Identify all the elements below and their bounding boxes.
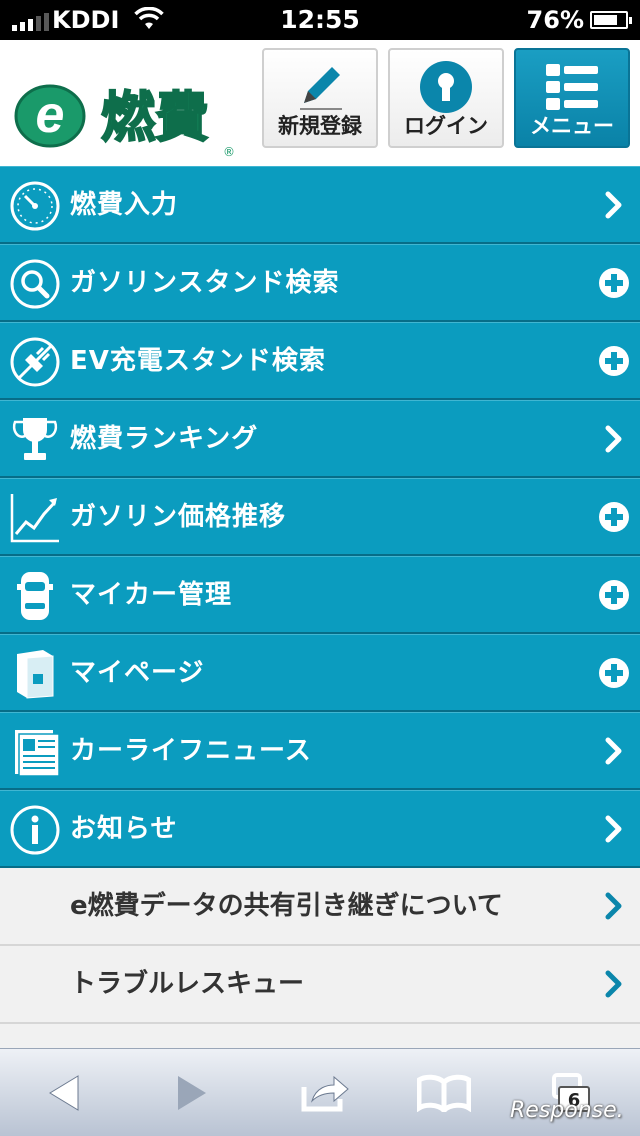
- login-button-label: ログイン: [404, 114, 488, 138]
- menu-item-label: ガソリンスタンド検索: [70, 268, 340, 298]
- book-icon: [17, 650, 54, 699]
- menu-item-fuel-ranking[interactable]: 燃費ランキング: [0, 400, 640, 478]
- menu-item-notices[interactable]: お知らせ: [0, 790, 640, 868]
- bookmarks-icon: [417, 1074, 471, 1112]
- line-chart-icon: [10, 494, 59, 543]
- menu-item-fuel-entry[interactable]: 燃費入力: [0, 166, 640, 244]
- status-bar: KDDI 12:55 76%: [0, 0, 640, 40]
- menu-item-label: EV充電スタンド検索: [70, 346, 326, 376]
- menu-item-gas-station-search[interactable]: ガソリンスタンド検索: [0, 244, 640, 322]
- menu-item-label: ガソリン価格推移: [70, 502, 287, 532]
- trophy-icon: [12, 418, 58, 460]
- menu-item-label: カーライフニュース: [70, 736, 312, 766]
- battery-percent: 76%: [526, 6, 584, 34]
- back-button[interactable]: [34, 1069, 94, 1117]
- plus-icon: [599, 346, 629, 376]
- chevron-right-icon: [605, 737, 622, 765]
- speedometer-icon: [10, 181, 60, 231]
- login-button[interactable]: ログイン: [388, 48, 504, 148]
- menu-item-gas-price-trend[interactable]: ガソリン価格推移: [0, 478, 640, 556]
- share-button[interactable]: [294, 1069, 354, 1117]
- plus-icon: [599, 580, 629, 610]
- svg-text:®: ®: [223, 145, 235, 159]
- e-nenpi-logo[interactable]: e 燃費 ®: [10, 70, 240, 160]
- share-icon: [301, 1075, 349, 1112]
- forward-button[interactable]: [162, 1069, 222, 1117]
- menu-item-ev-station-search[interactable]: EV充電スタンド検索: [0, 322, 640, 400]
- keyhole-icon: [420, 61, 472, 113]
- menu-item-my-car[interactable]: マイカー管理: [0, 556, 640, 634]
- menu-button-label: メニュー: [530, 114, 614, 138]
- menu-item-label: 燃費入力: [70, 190, 179, 220]
- menu-button[interactable]: メニュー: [514, 48, 630, 148]
- svg-text:e: e: [36, 86, 65, 144]
- plus-icon: [599, 502, 629, 532]
- register-button[interactable]: 新規登録: [262, 48, 378, 148]
- register-button-label: 新規登録: [278, 114, 362, 138]
- info-icon: [10, 805, 60, 855]
- chevron-right-icon: [605, 815, 622, 843]
- plug-icon: [10, 337, 60, 387]
- submenu-item-data-transfer[interactable]: e燃費データの共有引き継ぎについて: [0, 868, 640, 946]
- app-header: e 燃費 ® 新規登録 ログイン メニュー: [0, 40, 640, 166]
- search-icon: [10, 259, 60, 309]
- submenu-item-trouble-rescue[interactable]: トラブルレスキュー: [0, 946, 640, 1024]
- submenu-item-label: e燃費データの共有引き継ぎについて: [70, 891, 503, 921]
- chevron-right-icon: [605, 970, 622, 998]
- menu-item-label: マイページ: [70, 658, 205, 688]
- menu-item-car-life-news[interactable]: カーライフニュース: [0, 712, 640, 790]
- submenu-item-label: トラブルレスキュー: [70, 969, 305, 999]
- chevron-right-icon: [605, 892, 622, 920]
- main-menu: 燃費入力 ガソリンスタンド検索 EV充電スタンド検索 燃費ランキング ガソリン価…: [0, 166, 640, 1054]
- newspaper-icon: [15, 730, 60, 777]
- menu-item-label: マイカー管理: [70, 580, 233, 610]
- pencil-icon: [300, 67, 342, 110]
- response-watermark: Response.: [510, 1098, 624, 1123]
- plus-icon: [599, 658, 629, 688]
- menu-item-label: 燃費ランキング: [70, 424, 259, 454]
- car-icon: [17, 572, 53, 620]
- menu-item-my-page[interactable]: マイページ: [0, 634, 640, 712]
- forward-arrow-icon: [178, 1076, 206, 1110]
- battery-icon: [590, 11, 632, 29]
- back-arrow-icon: [49, 1075, 79, 1111]
- svg-text:燃費: 燃費: [101, 86, 209, 149]
- menu-item-label: お知らせ: [70, 814, 178, 844]
- plus-icon: [599, 268, 629, 298]
- bookmarks-button[interactable]: [414, 1069, 474, 1117]
- list-icon: [546, 64, 598, 110]
- chevron-right-icon: [605, 191, 622, 219]
- chevron-right-icon: [605, 425, 622, 453]
